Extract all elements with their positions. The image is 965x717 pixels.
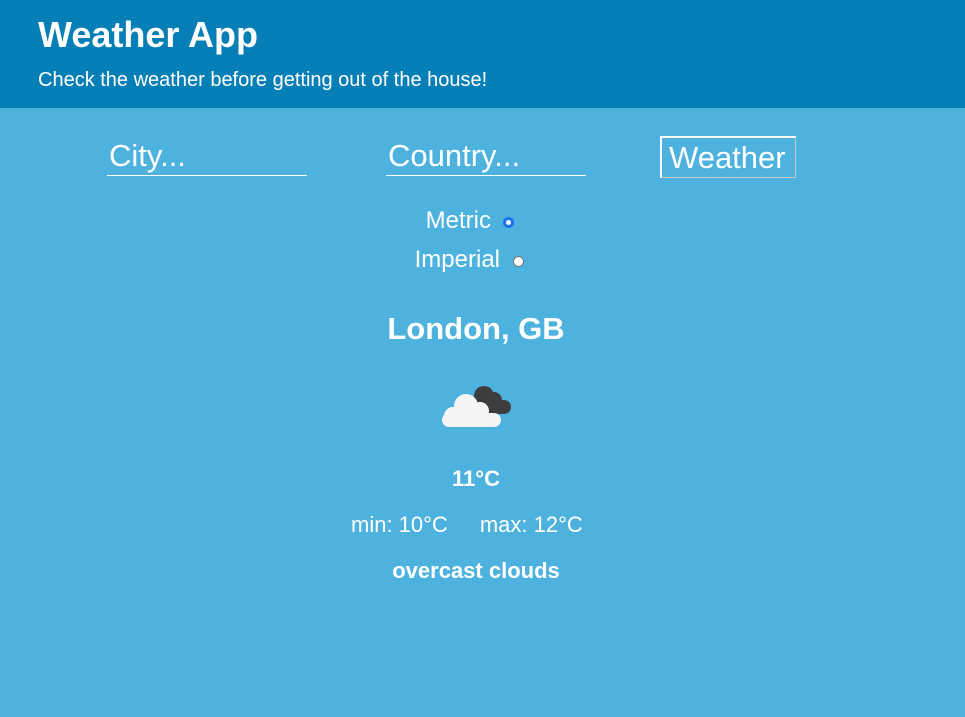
app-subtitle: Check the weather before getting out of …: [38, 69, 488, 91]
max-temperature: max: 12°C: [479, 512, 583, 537]
city-input[interactable]: [107, 136, 307, 176]
metric-label: Metric: [425, 207, 491, 234]
weather-description: overcast clouds: [392, 558, 560, 583]
metric-radio[interactable]: [503, 217, 514, 228]
temperature-range: min: 10°C max: 12°C: [351, 512, 583, 538]
unit-option-imperial: Imperial: [0, 247, 965, 273]
imperial-radio[interactable]: [513, 256, 524, 267]
app-title: Weather App: [38, 14, 259, 55]
min-temperature: min: 10°C: [351, 512, 448, 537]
app-header: Weather App Check the weather before get…: [0, 0, 965, 108]
unit-option-metric: Metric: [0, 208, 965, 234]
current-temperature: 11°C: [452, 466, 500, 491]
imperial-label: Imperial: [414, 246, 500, 273]
country-input[interactable]: [386, 136, 586, 176]
overcast-clouds-icon: [442, 386, 511, 427]
weather-button[interactable]: Weather: [660, 136, 796, 178]
location-heading: London, GB: [387, 311, 565, 346]
